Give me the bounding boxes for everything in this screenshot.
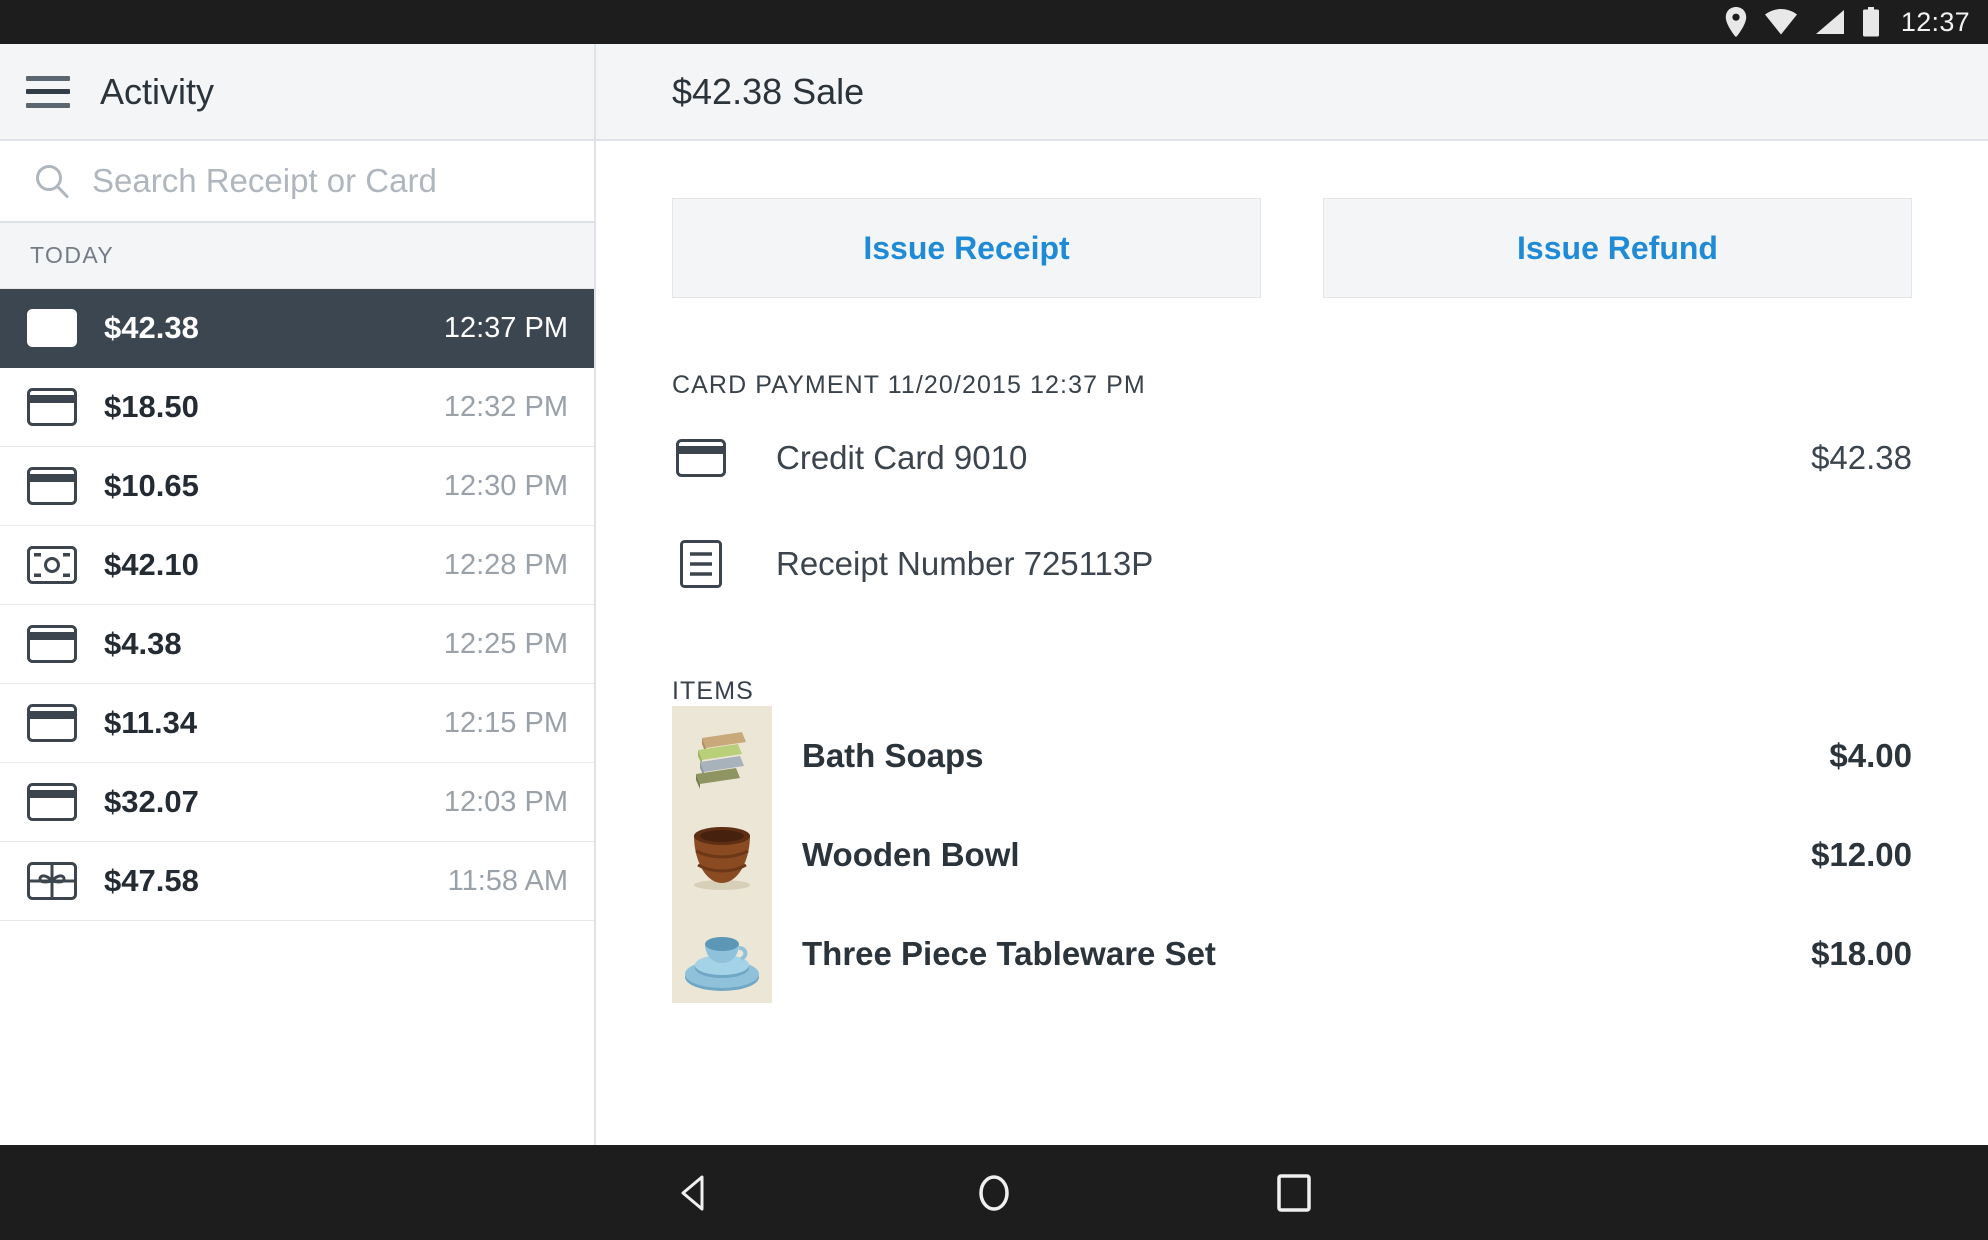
credit-card-icon (26, 388, 78, 426)
item-price: $12.00 (1811, 836, 1912, 874)
tableware-set-thumbnail (672, 904, 772, 1003)
credit-card-icon (26, 783, 78, 821)
transaction-amount: $42.38 (104, 310, 444, 346)
transaction-time: 12:32 PM (444, 391, 568, 424)
credit-card-icon (26, 309, 78, 347)
payment-card-label: Credit Card 9010 (776, 439, 1811, 477)
transaction-row[interactable]: $10.6512:30 PM (0, 447, 594, 526)
transaction-amount: $42.10 (104, 547, 444, 583)
transaction-amount: $47.58 (104, 863, 448, 899)
transaction-row[interactable]: $42.1012:28 PM (0, 526, 594, 605)
status-bar-clock: 12:37 (1901, 7, 1970, 38)
transaction-detail-panel: $42.38 Sale Issue Receipt Issue Refund C… (596, 44, 1988, 1145)
activity-header: Activity (0, 44, 594, 141)
battery-icon (1862, 7, 1880, 37)
search-input[interactable] (92, 162, 562, 200)
transaction-time: 12:03 PM (444, 786, 568, 819)
activity-panel: Activity TODAY $42.3812:37 PM$18.5012:32… (0, 44, 596, 1145)
payment-row-card: Credit Card 9010 $42.38 (672, 410, 1912, 506)
home-button[interactable] (844, 1172, 1144, 1214)
signal-icon (1815, 9, 1845, 35)
search-bar[interactable] (0, 141, 594, 223)
transaction-time: 12:15 PM (444, 707, 568, 740)
payment-rows: Credit Card 9010 $42.38 Receipt Number 7… (672, 410, 1912, 612)
android-status-bar: 12:37 (0, 0, 1988, 44)
credit-card-icon (672, 439, 730, 477)
transaction-row[interactable]: $11.3412:15 PM (0, 684, 594, 763)
main-content: Activity TODAY $42.3812:37 PM$18.5012:32… (0, 44, 1988, 1145)
items-header: ITEMS (672, 677, 1912, 706)
receipt-icon (672, 540, 730, 588)
detail-title: $42.38 Sale (672, 71, 864, 113)
payment-card-amount: $42.38 (1811, 439, 1912, 477)
transaction-amount: $11.34 (104, 705, 444, 741)
issue-refund-button[interactable]: Issue Refund (1323, 198, 1912, 298)
transaction-row[interactable]: $18.5012:32 PM (0, 368, 594, 447)
transaction-row[interactable]: $42.3812:37 PM (0, 289, 594, 368)
item-name: Bath Soaps (802, 737, 1829, 775)
detail-body: Issue Receipt Issue Refund CARD PAYMENT … (596, 141, 1988, 1145)
wooden-bowl-thumbnail (672, 805, 772, 904)
transaction-amount: $10.65 (104, 468, 444, 504)
item-price: $4.00 (1829, 737, 1912, 775)
back-button[interactable] (544, 1174, 844, 1212)
transaction-time: 12:37 PM (444, 312, 568, 345)
detail-action-buttons: Issue Receipt Issue Refund (672, 198, 1912, 298)
bath-soaps-thumbnail (672, 706, 772, 805)
credit-card-icon (26, 625, 78, 663)
transaction-time: 11:58 AM (448, 865, 568, 898)
location-icon (1725, 7, 1747, 37)
transaction-amount: $32.07 (104, 784, 444, 820)
wifi-icon (1764, 9, 1798, 35)
transaction-row[interactable]: $47.5811:58 AM (0, 842, 594, 921)
search-icon (34, 163, 70, 199)
gift-card-icon (26, 862, 78, 900)
credit-card-icon (26, 467, 78, 505)
item-price: $18.00 (1811, 935, 1912, 973)
page-title: Activity (100, 71, 214, 113)
transaction-time: 12:25 PM (444, 628, 568, 661)
payment-receipt-label: Receipt Number 725113P (776, 545, 1912, 583)
item-row[interactable]: Wooden Bowl$12.00 (672, 805, 1912, 904)
issue-receipt-button[interactable]: Issue Receipt (672, 198, 1261, 298)
transaction-row[interactable]: $32.0712:03 PM (0, 763, 594, 842)
android-nav-bar (0, 1145, 1988, 1240)
card-payment-header: CARD PAYMENT 11/20/2015 12:37 PM (672, 371, 1912, 400)
transaction-amount: $4.38 (104, 626, 444, 662)
app-screen: 12:37 Activity TODAY $42.3812:37 PM$18.5… (0, 0, 1988, 1240)
item-row[interactable]: Three Piece Tableware Set$18.00 (672, 904, 1912, 1003)
hamburger-menu-icon[interactable] (26, 76, 70, 108)
cash-icon (26, 546, 78, 584)
items-list: Bath Soaps$4.00Wooden Bowl$12.00Three Pi… (672, 706, 1912, 1003)
recents-button[interactable] (1144, 1174, 1444, 1212)
credit-card-icon (26, 704, 78, 742)
transaction-time: 12:30 PM (444, 470, 568, 503)
section-header-today: TODAY (0, 223, 594, 289)
item-name: Three Piece Tableware Set (802, 935, 1811, 973)
detail-header: $42.38 Sale (596, 44, 1988, 141)
payment-row-receipt: Receipt Number 725113P (672, 516, 1912, 612)
item-name: Wooden Bowl (802, 836, 1811, 874)
transaction-amount: $18.50 (104, 389, 444, 425)
transaction-time: 12:28 PM (444, 549, 568, 582)
transaction-list[interactable]: $42.3812:37 PM$18.5012:32 PM$10.6512:30 … (0, 289, 594, 1145)
transaction-row[interactable]: $4.3812:25 PM (0, 605, 594, 684)
item-row[interactable]: Bath Soaps$4.00 (672, 706, 1912, 805)
